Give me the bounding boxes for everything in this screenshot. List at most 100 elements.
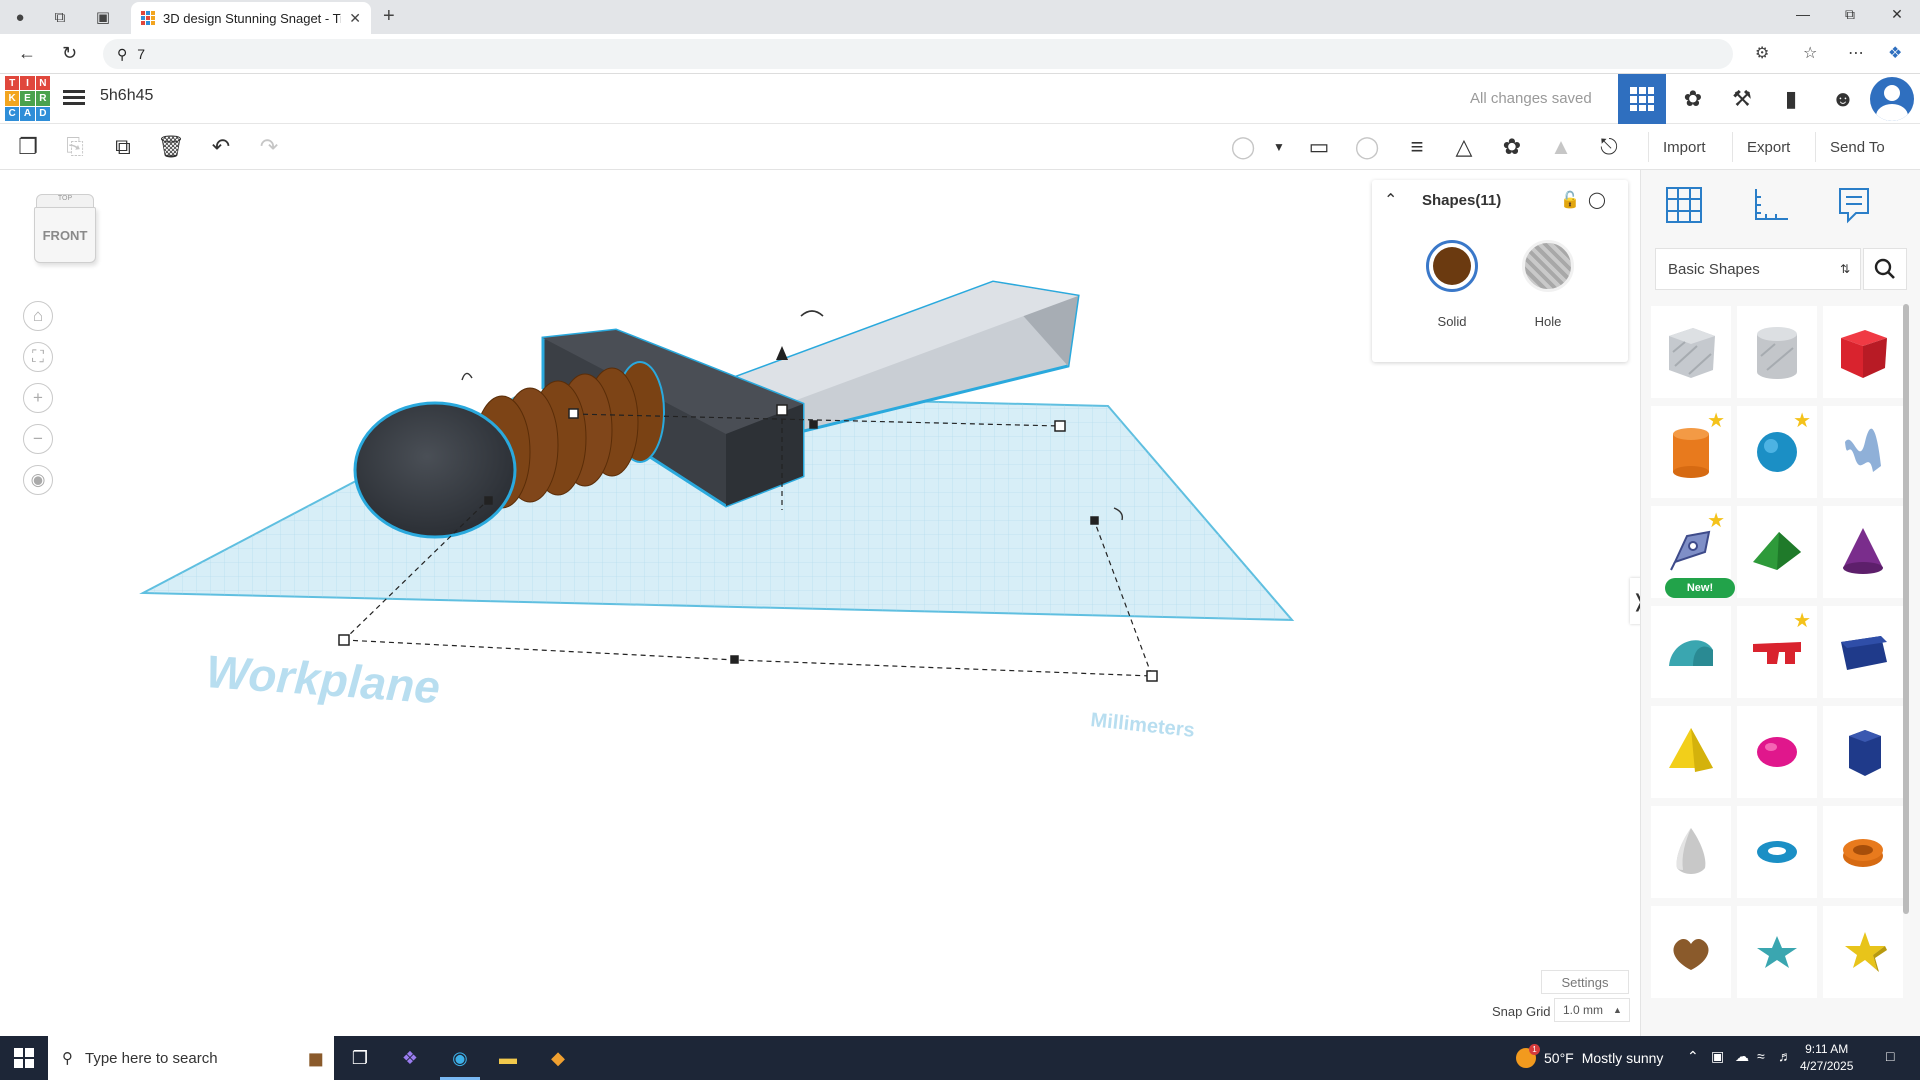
lock-icon[interactable]: 🔓 (1560, 190, 1580, 210)
close-window-icon[interactable]: ✕ (1882, 6, 1912, 23)
copilot-icon[interactable]: ❖ (1888, 43, 1902, 63)
design-list-icon[interactable] (63, 87, 85, 107)
shape-sketch[interactable]: ★ New! (1651, 506, 1735, 598)
shape-pyramid[interactable] (1651, 706, 1731, 798)
volume-icon[interactable]: ♬ (1778, 1048, 1792, 1064)
taskbar-clock[interactable]: 9:11 AM 4/27/2025 (1800, 1041, 1853, 1075)
shape-star-thick[interactable] (1823, 906, 1903, 998)
redo-icon[interactable]: ↷ (254, 132, 284, 162)
rotate-handle-left-icon[interactable] (461, 372, 473, 381)
zoom-in-icon[interactable]: + (23, 383, 53, 413)
browser-tab-active[interactable]: 3D design Stunning Snaget - Tink ✕ (131, 2, 371, 34)
refresh-icon[interactable]: ↻ (62, 43, 77, 64)
sword-pommel[interactable] (353, 401, 517, 539)
close-tab-icon[interactable]: ✕ (349, 10, 361, 27)
add-user-icon[interactable]: ☻ (1826, 84, 1860, 114)
favorites-icon[interactable]: ☆ (1803, 43, 1817, 63)
align-icon[interactable]: ≡ (1402, 132, 1432, 162)
shapes-panel-scrollbar[interactable] (1903, 304, 1909, 914)
send-to-button[interactable]: Send To (1815, 132, 1899, 162)
edge-browser-icon[interactable]: ◉ (446, 1044, 474, 1072)
light-bulb-icon[interactable]: ◯ (1588, 190, 1606, 210)
brick-icon[interactable]: ▮ (1774, 84, 1808, 114)
vertical-tabs-icon[interactable]: ▣ (93, 7, 113, 27)
delete-icon[interactable]: 🗑 (156, 132, 186, 162)
task-view-icon[interactable]: ❐ (346, 1044, 374, 1072)
view-cube-front[interactable]: FRONT (34, 207, 96, 263)
undo-icon[interactable]: ↶ (206, 132, 236, 162)
group-icon[interactable]: ▲ (1546, 132, 1576, 162)
shape-sphere[interactable]: ★ (1737, 406, 1817, 498)
copilot-app-icon[interactable]: ❖ (396, 1044, 424, 1072)
ortho-view-icon[interactable]: ◉ (23, 465, 53, 495)
shape-category-select[interactable]: Basic Shapes ⇅ (1655, 248, 1861, 290)
paste-icon[interactable]: ⎘ (60, 132, 90, 162)
shape-search-button[interactable] (1863, 248, 1907, 290)
app-diamond-icon[interactable]: ◆ (544, 1044, 572, 1072)
shape-round-roof[interactable] (1651, 606, 1731, 698)
home-view-icon[interactable]: ⌂ (23, 301, 53, 331)
onedrive-icon[interactable]: ☁ (1735, 1048, 1749, 1065)
fit-view-icon[interactable]: ⛶ (23, 342, 53, 372)
more-icon[interactable]: ⋯ (1848, 43, 1864, 63)
minimize-icon[interactable]: — (1788, 6, 1818, 22)
notifications-icon[interactable]: □ (1886, 1048, 1894, 1064)
shape-roof[interactable] (1737, 506, 1817, 598)
note-icon[interactable]: ▭ (1304, 132, 1334, 162)
back-icon[interactable]: ← (18, 43, 36, 64)
shape-cylinder-hole[interactable] (1737, 306, 1817, 398)
cruise-icon[interactable]: ✿ (1497, 132, 1527, 162)
shape-torus[interactable] (1737, 806, 1817, 898)
view-cube-top[interactable]: TOP (36, 194, 94, 208)
hole-swatch[interactable] (1522, 240, 1574, 292)
shape-tube[interactable] (1823, 806, 1903, 898)
shape-text[interactable]: ★ (1737, 606, 1817, 698)
export-button[interactable]: Export (1732, 132, 1804, 162)
ruler-tab[interactable] (1747, 182, 1793, 228)
shape-half-sphere[interactable] (1737, 706, 1817, 798)
extensions-icon[interactable]: ⚙ (1755, 43, 1769, 63)
shape-polygon[interactable] (1823, 706, 1903, 798)
drop-icon[interactable]: ⎋ (1594, 132, 1624, 162)
copy-icon[interactable]: ❐ (13, 132, 43, 162)
shape-wedge[interactable] (1823, 606, 1903, 698)
url-input[interactable]: ⚲ 7 (103, 39, 1733, 69)
3d-view-button[interactable] (1618, 74, 1666, 124)
zoom-out-icon[interactable]: − (23, 424, 53, 454)
duplicate-icon[interactable]: ⧉ (108, 132, 138, 162)
tinkercad-logo[interactable]: T I N K E R C A D (5, 76, 50, 121)
chevron-up-icon[interactable]: ⌃ (1687, 1048, 1699, 1065)
windows-start-icon[interactable] (14, 1048, 34, 1068)
profile-icon[interactable]: ● (10, 7, 30, 27)
shape-box-hole[interactable] (1651, 306, 1731, 398)
ruler-icon[interactable]: ◯ (1352, 132, 1382, 162)
notes-tab[interactable] (1831, 182, 1877, 228)
settings-button[interactable]: Settings (1541, 970, 1629, 994)
workspaces-icon[interactable]: ⧉ (50, 7, 70, 27)
restore-icon[interactable]: ⧉ (1835, 6, 1865, 23)
view-cube[interactable]: TOP FRONT (30, 194, 98, 263)
chevron-up-icon[interactable]: ⌃ (1384, 190, 1397, 210)
light-bulb-icon[interactable]: ◯ (1228, 132, 1258, 162)
lift-handle-icon[interactable] (776, 346, 788, 360)
mirror-icon[interactable]: △ (1449, 132, 1479, 162)
shape-paraboloid[interactable] (1651, 806, 1731, 898)
weather-widget[interactable]: 50°F Mostly sunny (1516, 1044, 1663, 1068)
shape-cone[interactable] (1823, 506, 1903, 598)
new-tab-icon[interactable]: + (383, 5, 395, 28)
design-name[interactable]: 5h6h45 (100, 87, 153, 105)
blocks-icon[interactable]: ✿ (1676, 84, 1710, 114)
taskbar-search-input[interactable]: ⚲ Type here to search ◼ (48, 1036, 334, 1080)
shape-scribble[interactable] (1823, 406, 1903, 498)
chevron-down-icon[interactable]: ▼ (1264, 132, 1294, 162)
import-button[interactable]: Import (1648, 132, 1720, 162)
rotate-handle-top-icon[interactable] (800, 310, 824, 317)
file-explorer-icon[interactable]: ▬ (494, 1044, 522, 1072)
shape-star[interactable] (1737, 906, 1817, 998)
snap-grid-select[interactable]: 1.0 mm ▲ (1554, 998, 1630, 1022)
workplane-grid-tab[interactable] (1661, 182, 1707, 228)
pickaxe-icon[interactable]: ⚒ (1725, 84, 1759, 114)
shape-box[interactable] (1823, 306, 1903, 398)
3d-workspace[interactable]: Workplane Millimeters TOP FRONT ⌂ ⛶ + − … (0, 170, 1640, 1036)
shape-cylinder[interactable]: ★ (1651, 406, 1731, 498)
